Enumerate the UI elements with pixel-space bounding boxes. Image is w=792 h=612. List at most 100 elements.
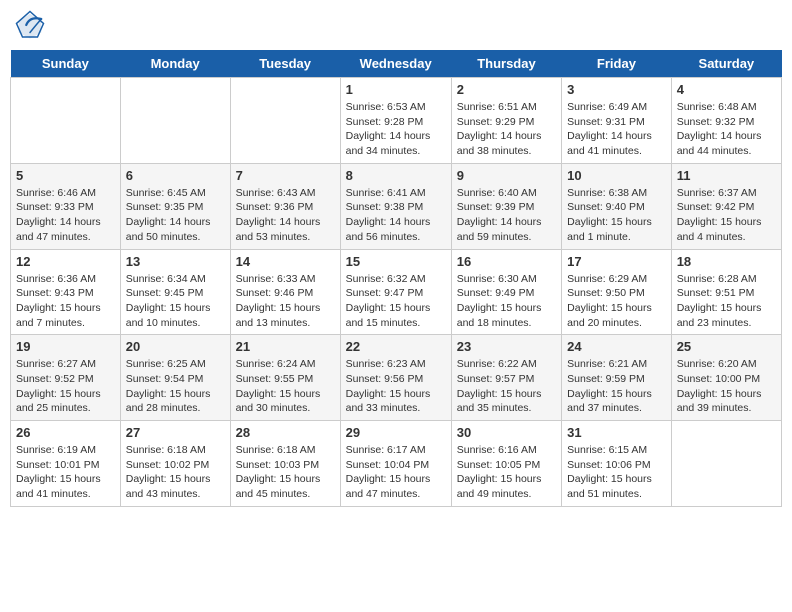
calendar-cell: 23 Sunrise: 6:22 AM Sunset: 9:57 PM Dayli…: [451, 335, 561, 421]
calendar-week-3: 12 Sunrise: 6:36 AM Sunset: 9:43 PM Dayli…: [11, 249, 782, 335]
day-info: Sunrise: 6:27 AM Sunset: 9:52 PM Dayligh…: [16, 357, 115, 416]
day-info: Sunrise: 6:46 AM Sunset: 9:33 PM Dayligh…: [16, 186, 115, 245]
day-header-wednesday: Wednesday: [340, 50, 451, 78]
day-number: 5: [16, 168, 115, 183]
day-number: 9: [457, 168, 556, 183]
day-number: 23: [457, 339, 556, 354]
day-info: Sunrise: 6:36 AM Sunset: 9:43 PM Dayligh…: [16, 272, 115, 331]
day-info: Sunrise: 6:33 AM Sunset: 9:46 PM Dayligh…: [236, 272, 335, 331]
day-number: 6: [126, 168, 225, 183]
calendar-cell: 8 Sunrise: 6:41 AM Sunset: 9:38 PM Daylig…: [340, 163, 451, 249]
day-number: 22: [346, 339, 446, 354]
calendar-cell: 11 Sunrise: 6:37 AM Sunset: 9:42 PM Dayli…: [671, 163, 781, 249]
calendar-cell: 15Sunrise: 6:32 AM Sunset: 9:47 PM Dayli…: [340, 249, 451, 335]
day-info: Sunrise: 6:20 AM Sunset: 10:00 PM Daylig…: [677, 357, 776, 416]
day-header-tuesday: Tuesday: [230, 50, 340, 78]
day-number: 18: [677, 254, 776, 269]
day-number: 2: [457, 82, 556, 97]
calendar-cell: 12 Sunrise: 6:36 AM Sunset: 9:43 PM Dayli…: [11, 249, 121, 335]
day-info: Sunrise: 6:22 AM Sunset: 9:57 PM Dayligh…: [457, 357, 556, 416]
day-number: 13: [126, 254, 225, 269]
calendar-cell: 22Sunrise: 6:23 AM Sunset: 9:56 PM Dayli…: [340, 335, 451, 421]
day-info: Sunrise: 6:41 AM Sunset: 9:38 PM Dayligh…: [346, 186, 446, 245]
day-info: Sunrise: 6:15 AM Sunset: 10:06 PM Daylig…: [567, 443, 666, 502]
day-number: 1: [346, 82, 446, 97]
calendar-cell: 28 Sunrise: 6:18 AM Sunset: 10:03 PM Dayl…: [230, 421, 340, 507]
day-info: Sunrise: 6:21 AM Sunset: 9:59 PM Dayligh…: [567, 357, 666, 416]
calendar-cell: 7 Sunrise: 6:43 AM Sunset: 9:36 PM Daylig…: [230, 163, 340, 249]
day-info: Sunrise: 6:40 AM Sunset: 9:39 PM Dayligh…: [457, 186, 556, 245]
day-number: 27: [126, 425, 225, 440]
calendar-cell: 31Sunrise: 6:15 AM Sunset: 10:06 PM Dayl…: [562, 421, 672, 507]
calendar-cell: 16 Sunrise: 6:30 AM Sunset: 9:49 PM Dayli…: [451, 249, 561, 335]
calendar-cell: 19 Sunrise: 6:27 AM Sunset: 9:52 PM Dayli…: [11, 335, 121, 421]
calendar-cell: 1Sunrise: 6:53 AM Sunset: 9:28 PM Daylig…: [340, 78, 451, 164]
day-info: Sunrise: 6:38 AM Sunset: 9:40 PM Dayligh…: [567, 186, 666, 245]
calendar-cell: 5 Sunrise: 6:46 AM Sunset: 9:33 PM Daylig…: [11, 163, 121, 249]
day-info: Sunrise: 6:45 AM Sunset: 9:35 PM Dayligh…: [126, 186, 225, 245]
calendar-header-row: SundayMondayTuesdayWednesdayThursdayFrid…: [11, 50, 782, 78]
day-info: Sunrise: 6:37 AM Sunset: 9:42 PM Dayligh…: [677, 186, 776, 245]
calendar-cell: [120, 78, 230, 164]
day-info: Sunrise: 6:24 AM Sunset: 9:55 PM Dayligh…: [236, 357, 335, 416]
calendar-cell: 29 Sunrise: 6:17 AM Sunset: 10:04 PM Dayl…: [340, 421, 451, 507]
day-number: 24: [567, 339, 666, 354]
day-number: 11: [677, 168, 776, 183]
calendar-cell: 25 Sunrise: 6:20 AM Sunset: 10:00 PM Dayl…: [671, 335, 781, 421]
day-number: 10: [567, 168, 666, 183]
calendar-cell: 27 Sunrise: 6:18 AM Sunset: 10:02 PM Dayl…: [120, 421, 230, 507]
calendar-cell: 3Sunrise: 6:49 AM Sunset: 9:31 PM Daylig…: [562, 78, 672, 164]
day-number: 25: [677, 339, 776, 354]
day-number: 17: [567, 254, 666, 269]
day-header-sunday: Sunday: [11, 50, 121, 78]
day-number: 30: [457, 425, 556, 440]
calendar-cell: 21Sunrise: 6:24 AM Sunset: 9:55 PM Dayli…: [230, 335, 340, 421]
calendar-week-1: 1Sunrise: 6:53 AM Sunset: 9:28 PM Daylig…: [11, 78, 782, 164]
day-info: Sunrise: 6:19 AM Sunset: 10:01 PM Daylig…: [16, 443, 115, 502]
calendar-cell: [671, 421, 781, 507]
day-info: Sunrise: 6:48 AM Sunset: 9:32 PM Dayligh…: [677, 100, 776, 159]
day-number: 15: [346, 254, 446, 269]
day-info: Sunrise: 6:29 AM Sunset: 9:50 PM Dayligh…: [567, 272, 666, 331]
day-info: Sunrise: 6:16 AM Sunset: 10:05 PM Daylig…: [457, 443, 556, 502]
day-number: 28: [236, 425, 335, 440]
day-number: 16: [457, 254, 556, 269]
day-info: Sunrise: 6:34 AM Sunset: 9:45 PM Dayligh…: [126, 272, 225, 331]
day-info: Sunrise: 6:43 AM Sunset: 9:36 PM Dayligh…: [236, 186, 335, 245]
calendar-cell: [230, 78, 340, 164]
day-header-friday: Friday: [562, 50, 672, 78]
day-info: Sunrise: 6:49 AM Sunset: 9:31 PM Dayligh…: [567, 100, 666, 159]
day-number: 12: [16, 254, 115, 269]
calendar-week-2: 5 Sunrise: 6:46 AM Sunset: 9:33 PM Daylig…: [11, 163, 782, 249]
calendar-cell: 26 Sunrise: 6:19 AM Sunset: 10:01 PM Dayl…: [11, 421, 121, 507]
day-info: Sunrise: 6:18 AM Sunset: 10:02 PM Daylig…: [126, 443, 225, 502]
calendar-cell: 10 Sunrise: 6:38 AM Sunset: 9:40 PM Dayli…: [562, 163, 672, 249]
day-info: Sunrise: 6:18 AM Sunset: 10:03 PM Daylig…: [236, 443, 335, 502]
day-number: 20: [126, 339, 225, 354]
day-number: 8: [346, 168, 446, 183]
day-number: 7: [236, 168, 335, 183]
calendar-cell: 2 Sunrise: 6:51 AM Sunset: 9:29 PM Daylig…: [451, 78, 561, 164]
day-number: 26: [16, 425, 115, 440]
day-header-thursday: Thursday: [451, 50, 561, 78]
calendar-week-5: 26 Sunrise: 6:19 AM Sunset: 10:01 PM Dayl…: [11, 421, 782, 507]
day-header-monday: Monday: [120, 50, 230, 78]
day-number: 14: [236, 254, 335, 269]
day-info: Sunrise: 6:51 AM Sunset: 9:29 PM Dayligh…: [457, 100, 556, 159]
logo: [15, 10, 49, 40]
day-info: Sunrise: 6:25 AM Sunset: 9:54 PM Dayligh…: [126, 357, 225, 416]
calendar-cell: 18 Sunrise: 6:28 AM Sunset: 9:51 PM Dayli…: [671, 249, 781, 335]
logo-icon: [15, 10, 45, 40]
calendar-cell: 17 Sunrise: 6:29 AM Sunset: 9:50 PM Dayli…: [562, 249, 672, 335]
day-info: Sunrise: 6:17 AM Sunset: 10:04 PM Daylig…: [346, 443, 446, 502]
day-info: Sunrise: 6:30 AM Sunset: 9:49 PM Dayligh…: [457, 272, 556, 331]
calendar-week-4: 19 Sunrise: 6:27 AM Sunset: 9:52 PM Dayli…: [11, 335, 782, 421]
day-number: 29: [346, 425, 446, 440]
calendar-table: SundayMondayTuesdayWednesdayThursdayFrid…: [10, 50, 782, 507]
day-number: 19: [16, 339, 115, 354]
calendar-cell: 30 Sunrise: 6:16 AM Sunset: 10:05 PM Dayl…: [451, 421, 561, 507]
day-number: 4: [677, 82, 776, 97]
calendar-cell: 20 Sunrise: 6:25 AM Sunset: 9:54 PM Dayli…: [120, 335, 230, 421]
calendar-cell: 6 Sunrise: 6:45 AM Sunset: 9:35 PM Daylig…: [120, 163, 230, 249]
day-info: Sunrise: 6:28 AM Sunset: 9:51 PM Dayligh…: [677, 272, 776, 331]
